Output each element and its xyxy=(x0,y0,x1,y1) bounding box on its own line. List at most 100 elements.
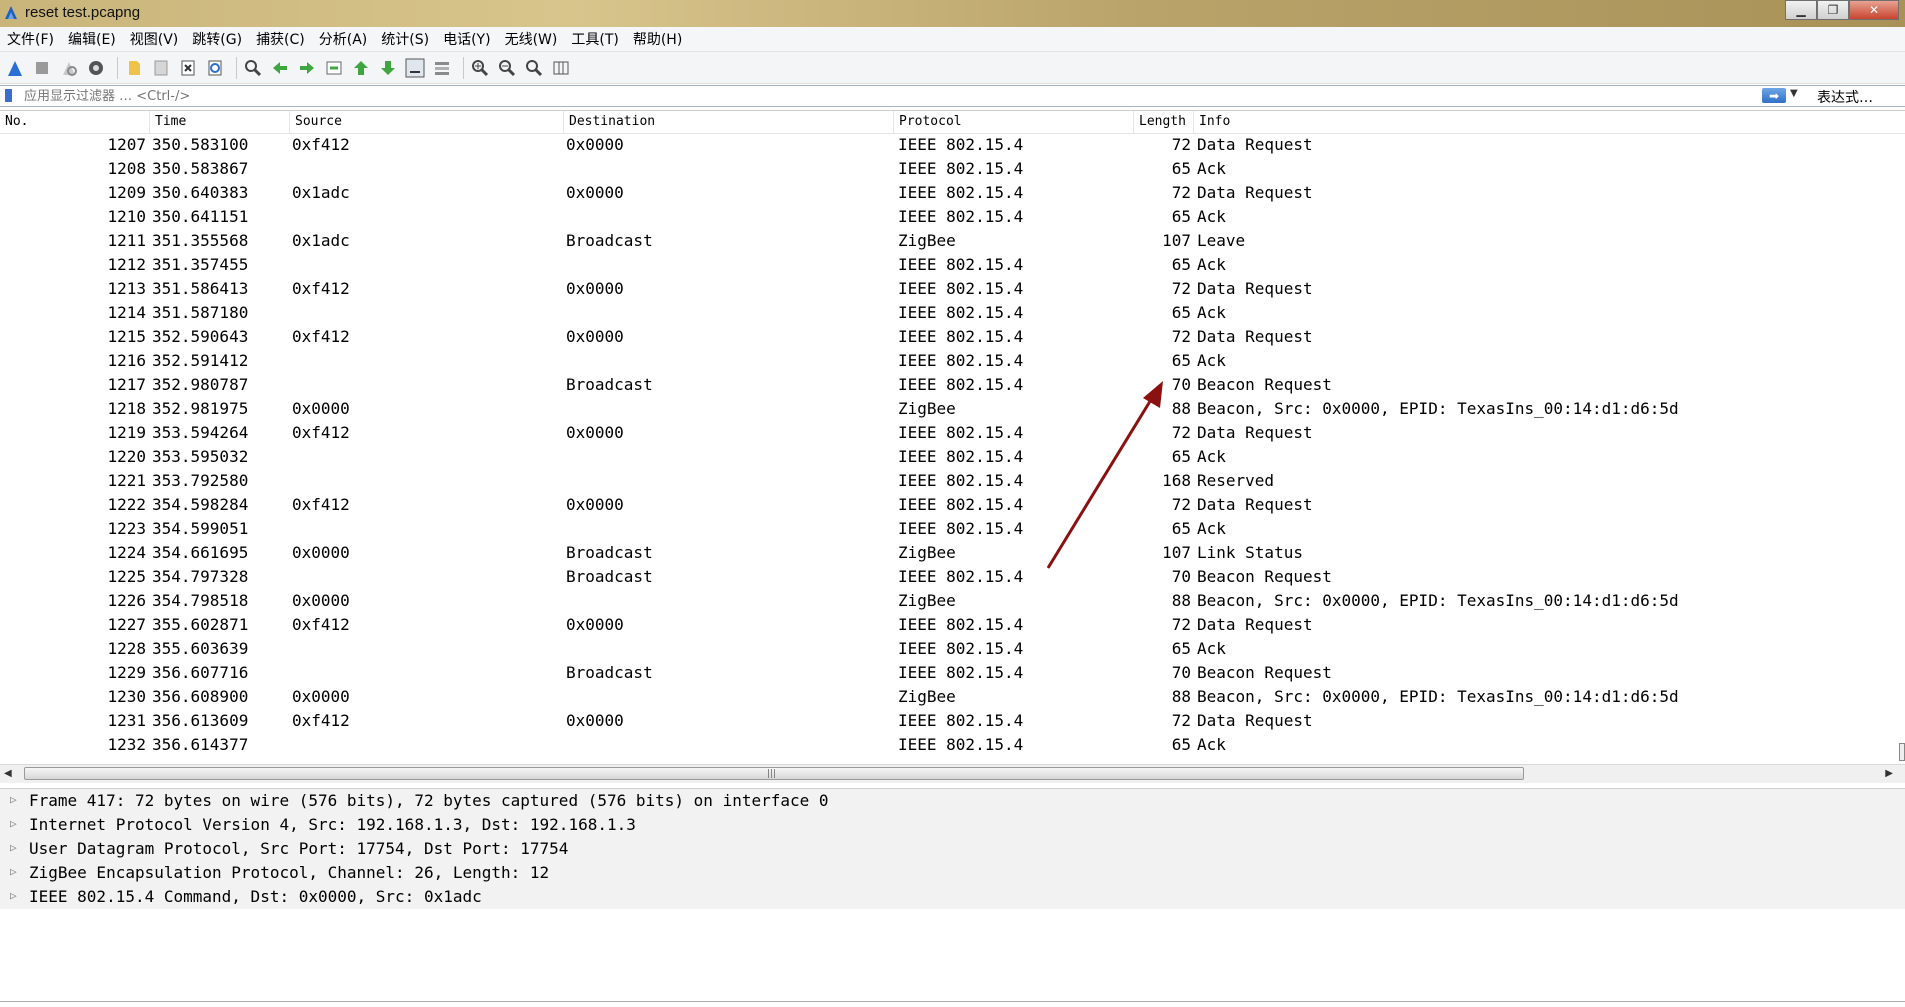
detail-tree-label: ZigBee Encapsulation Protocol, Channel: … xyxy=(29,863,550,882)
zoom-normal-icon[interactable] xyxy=(523,57,545,79)
table-row[interactable]: 1229 356.607716 Broadcast IEEE 802.15.4 70 Be… xyxy=(0,662,1905,686)
detail-tree-item[interactable]: ▷ Frame 417: 72 bytes on wire (576 bits),… xyxy=(0,789,1905,813)
menu-view[interactable]: 视图(V) xyxy=(123,29,186,49)
zoom-in-icon[interactable] xyxy=(469,57,491,79)
filter-history-chevron-down-icon[interactable]: ▼ xyxy=(1790,88,1798,99)
packet-time: 350.583100 xyxy=(152,135,249,154)
maximize-button[interactable]: ❐ xyxy=(1817,0,1849,20)
packet-number: 1216 xyxy=(107,351,146,370)
column-header-no[interactable]: No. xyxy=(0,111,150,133)
packet-number: 1207 xyxy=(107,135,146,154)
expand-chevron-right-icon[interactable]: ▷ xyxy=(10,865,17,878)
column-header-protocol[interactable]: Protocol xyxy=(894,111,1134,133)
go-last-packet-icon[interactable] xyxy=(377,57,399,79)
menu-go[interactable]: 跳转(G) xyxy=(185,29,249,49)
packet-protocol: IEEE 802.15.4 xyxy=(898,735,1024,754)
table-row[interactable]: 1222 354.598284 0xf412 0x0000 IEEE 802.15.4 7… xyxy=(0,494,1905,518)
menu-capture[interactable]: 捕获(C) xyxy=(249,29,312,49)
table-row[interactable]: 1219 353.594264 0xf412 0x0000 IEEE 802.15.4 7… xyxy=(0,422,1905,446)
table-row[interactable]: 1207 350.583100 0xf412 0x0000 IEEE 802.15.4 7… xyxy=(0,134,1905,158)
resize-columns-icon[interactable] xyxy=(550,57,572,79)
table-row[interactable]: 1223 354.599051 IEEE 802.15.4 65 Ack xyxy=(0,518,1905,542)
table-row[interactable]: 1215 352.590643 0xf412 0x0000 IEEE 802.15.4 7… xyxy=(0,326,1905,350)
expand-chevron-right-icon[interactable]: ▷ xyxy=(10,793,17,806)
table-row[interactable]: 1230 356.608900 0x0000 ZigBee 88 Beacon, Src:… xyxy=(0,686,1905,710)
table-row[interactable]: 1208 350.583867 IEEE 802.15.4 65 Ack xyxy=(0,158,1905,182)
restart-capture-icon[interactable] xyxy=(58,57,80,79)
close-button[interactable]: ✕ xyxy=(1849,0,1899,20)
table-row[interactable]: 1225 354.797328 Broadcast IEEE 802.15.4 70 Be… xyxy=(0,566,1905,590)
column-header-info[interactable]: Info xyxy=(1194,111,1894,133)
colorize-icon[interactable] xyxy=(431,57,453,79)
display-filter-bar: ➡ ▼ 表达式… xyxy=(0,85,1905,107)
table-row[interactable]: 1232 356.614377 IEEE 802.15.4 65 Ack xyxy=(0,734,1905,758)
expression-button[interactable]: 表达式… xyxy=(1817,87,1873,107)
table-row[interactable]: 1214 351.587180 IEEE 802.15.4 65 Ack xyxy=(0,302,1905,326)
go-back-icon[interactable] xyxy=(269,57,291,79)
minimize-button[interactable]: ▁ xyxy=(1785,0,1817,20)
horizontal-scrollbar-thumb[interactable]: ||| xyxy=(24,767,1524,780)
expand-chevron-right-icon[interactable]: ▷ xyxy=(10,889,17,902)
reload-file-icon[interactable] xyxy=(204,57,226,79)
expand-chevron-right-icon[interactable]: ▷ xyxy=(10,817,17,830)
save-file-icon[interactable] xyxy=(150,57,172,79)
toolbar-separator xyxy=(236,56,237,79)
zoom-out-icon[interactable] xyxy=(496,57,518,79)
table-row[interactable]: 1210 350.641151 IEEE 802.15.4 65 Ack xyxy=(0,206,1905,230)
menu-tools[interactable]: 工具(T) xyxy=(564,29,625,49)
autoscroll-icon[interactable] xyxy=(404,57,426,79)
open-file-icon[interactable] xyxy=(123,57,145,79)
scroll-right-arrow-icon[interactable]: ▶ xyxy=(1885,768,1893,779)
table-row[interactable]: 1211 351.355568 0x1adc Broadcast ZigBee 107 Le… xyxy=(0,230,1905,254)
start-capture-icon[interactable] xyxy=(4,57,26,79)
find-packet-icon[interactable] xyxy=(242,57,264,79)
menu-help[interactable]: 帮助(H) xyxy=(626,29,689,49)
title-bar: reset test.pcapng ▁ ❐ ✕ xyxy=(0,0,1905,27)
vertical-scrollbar-thumb[interactable] xyxy=(1899,743,1905,761)
column-header-length[interactable]: Length xyxy=(1134,111,1194,133)
packet-length: 72 xyxy=(1171,615,1191,634)
table-row[interactable]: 1226 354.798518 0x0000 ZigBee 88 Beacon, Src:… xyxy=(0,590,1905,614)
menu-telephony[interactable]: 电话(Y) xyxy=(436,29,497,49)
packet-info: Data Request xyxy=(1197,327,1313,346)
stop-capture-icon[interactable] xyxy=(31,57,53,79)
table-row[interactable]: 1209 350.640383 0x1adc 0x0000 IEEE 802.15.4 7… xyxy=(0,182,1905,206)
scroll-left-arrow-icon[interactable]: ◀ xyxy=(4,768,12,779)
packet-protocol: IEEE 802.15.4 xyxy=(898,183,1024,202)
go-to-packet-icon[interactable] xyxy=(323,57,345,79)
menu-wireless[interactable]: 无线(W) xyxy=(498,29,565,49)
table-row[interactable]: 1218 352.981975 0x0000 ZigBee 88 Beacon, Src:… xyxy=(0,398,1905,422)
column-header-destination[interactable]: Destination xyxy=(564,111,894,133)
column-header-time[interactable]: Time xyxy=(150,111,290,133)
capture-options-gear-icon[interactable] xyxy=(85,57,107,79)
filter-bookmark-icon[interactable] xyxy=(5,89,12,102)
display-filter-input[interactable] xyxy=(24,86,1754,106)
table-row[interactable]: 1212 351.357455 IEEE 802.15.4 65 Ack xyxy=(0,254,1905,278)
table-row[interactable]: 1217 352.980787 Broadcast IEEE 802.15.4 70 Be… xyxy=(0,374,1905,398)
table-row[interactable]: 1220 353.595032 IEEE 802.15.4 65 Ack xyxy=(0,446,1905,470)
expand-chevron-right-icon[interactable]: ▷ xyxy=(10,841,17,854)
menu-file[interactable]: 文件(F) xyxy=(0,29,61,49)
detail-tree-item[interactable]: ▷ User Datagram Protocol, Src Port: 17754… xyxy=(0,837,1905,861)
detail-tree-item[interactable]: ▷ IEEE 802.15.4 Command, Dst: 0x0000, Src… xyxy=(0,885,1905,909)
detail-tree-item[interactable]: ▷ Internet Protocol Version 4, Src: 192.1… xyxy=(0,813,1905,837)
packet-info: Ack xyxy=(1197,303,1226,322)
detail-tree-item[interactable]: ▷ ZigBee Encapsulation Protocol, Channel:… xyxy=(0,861,1905,885)
horizontal-scrollbar[interactable]: ◀ ||| ▶ xyxy=(0,764,1905,783)
menu-edit[interactable]: 编辑(E) xyxy=(61,29,123,49)
close-file-icon[interactable] xyxy=(177,57,199,79)
column-header-source[interactable]: Source xyxy=(290,111,564,133)
table-row[interactable]: 1216 352.591412 IEEE 802.15.4 65 Ack xyxy=(0,350,1905,374)
packet-info: Ack xyxy=(1197,735,1226,754)
menu-statistics[interactable]: 统计(S) xyxy=(374,29,436,49)
table-row[interactable]: 1231 356.613609 0xf412 0x0000 IEEE 802.15.4 7… xyxy=(0,710,1905,734)
go-first-packet-icon[interactable] xyxy=(350,57,372,79)
table-row[interactable]: 1221 353.792580 IEEE 802.15.4 168 Reserved xyxy=(0,470,1905,494)
menu-analyze[interactable]: 分析(A) xyxy=(312,29,375,49)
table-row[interactable]: 1228 355.603639 IEEE 802.15.4 65 Ack xyxy=(0,638,1905,662)
table-row[interactable]: 1224 354.661695 0x0000 Broadcast ZigBee 107 Li… xyxy=(0,542,1905,566)
go-forward-icon[interactable] xyxy=(296,57,318,79)
table-row[interactable]: 1213 351.586413 0xf412 0x0000 IEEE 802.15.4 7… xyxy=(0,278,1905,302)
apply-filter-arrow-icon[interactable]: ➡ xyxy=(1762,88,1786,103)
table-row[interactable]: 1227 355.602871 0xf412 0x0000 IEEE 802.15.4 7… xyxy=(0,614,1905,638)
